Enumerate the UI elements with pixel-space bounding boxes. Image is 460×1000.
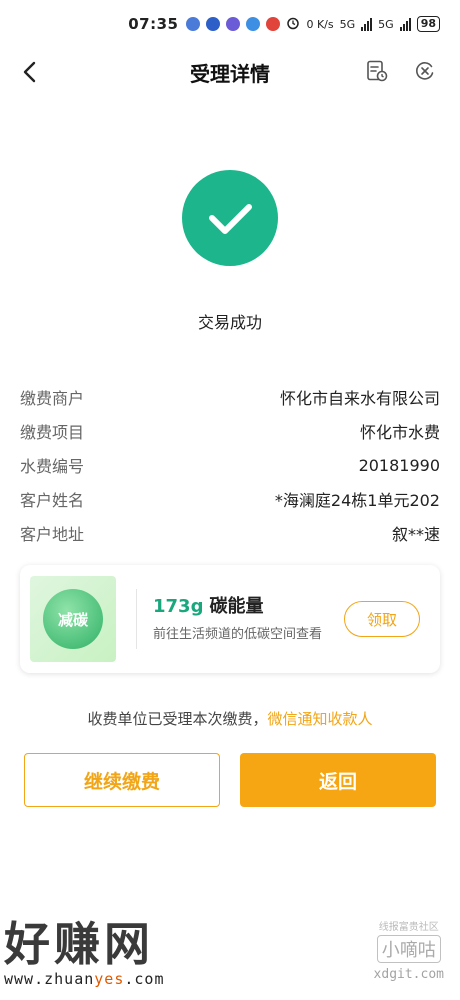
status-time: 07:35	[128, 15, 179, 33]
bill-history-icon	[367, 60, 388, 82]
status-icons: 0 K/s 5G 5G 98	[186, 16, 440, 33]
detail-value: 怀化市水费	[359, 423, 440, 442]
watermark-url-highlight: yes	[94, 970, 125, 988]
close-icon	[415, 62, 434, 80]
detail-value: 怀化市自来水有限公司	[279, 389, 440, 408]
carbon-energy-card[interactable]: 减碳 173g 碳能量 前往生活频道的低碳空间查看 领取	[20, 565, 440, 673]
watermark-url-prefix: www.zhuan	[4, 970, 95, 988]
signal-icon	[361, 17, 373, 31]
net-speed: 0 K/s	[306, 17, 334, 31]
app-notification-icon	[206, 17, 221, 31]
detail-label: 客户地址	[20, 525, 85, 544]
page-title: 受理详情	[190, 61, 270, 86]
return-button[interactable]: 返回	[240, 753, 436, 807]
watermark-right-top: 线报富贵社区	[378, 922, 439, 933]
status-bar: 07:35 0 K/s 5G 5G 98	[0, 0, 460, 48]
detail-row-item: 缴费项目 怀化市水费	[20, 414, 440, 448]
watermark-right-mid: 小嘀咕	[376, 935, 441, 963]
app-notification-icon	[186, 17, 201, 31]
detail-value: 叙**速	[391, 525, 440, 544]
detail-value: 20181990	[358, 455, 440, 475]
carbon-thumbnail: 减碳	[30, 576, 116, 662]
notice-text: 收费单位已受理本次缴费，微信通知收款人	[0, 708, 460, 729]
carbon-description: 前往生活频道的低碳空间查看	[153, 627, 323, 642]
signal-icon	[399, 17, 411, 31]
back-button[interactable]	[14, 56, 46, 88]
app-notification-icon	[266, 17, 281, 31]
success-text: 交易成功	[197, 313, 262, 332]
detail-label: 缴费项目	[20, 423, 85, 442]
detail-row-number: 水费编号 20181990	[20, 448, 440, 482]
detail-label: 缴费商户	[20, 389, 85, 408]
success-check-icon	[182, 170, 278, 266]
success-indicator	[0, 170, 460, 266]
chevron-left-icon	[23, 61, 36, 83]
carbon-title: 碳能量	[209, 596, 264, 617]
detail-label: 水费编号	[20, 457, 85, 476]
detail-row-merchant: 缴费商户 怀化市自来水有限公司	[20, 380, 440, 414]
watermark-url: www.zhuanyes.com	[4, 970, 165, 988]
alarm-icon	[286, 16, 300, 33]
bill-history-button[interactable]	[364, 58, 390, 84]
carbon-amount: 173g	[153, 596, 204, 617]
carbon-badge: 减碳	[43, 589, 103, 649]
app-notification-icon	[226, 17, 241, 31]
header-actions	[364, 58, 438, 84]
page-header: 受理详情	[0, 48, 460, 96]
claim-button[interactable]: 领取	[344, 601, 420, 637]
detail-row-customer-address: 客户地址 叙**速	[20, 516, 440, 550]
watermark-logo: 好赚网	[4, 917, 154, 971]
watermark-url-suffix: .com	[124, 970, 165, 988]
message-icon	[246, 17, 261, 31]
watermark-right-bottom: xdgit.com	[373, 967, 444, 982]
battery-icon: 98	[416, 16, 440, 32]
continue-payment-button[interactable]: 继续缴费	[24, 753, 220, 807]
close-button[interactable]	[412, 58, 438, 84]
detail-value: *海澜庭24栋1单元202	[274, 491, 440, 510]
carbon-title-row: 173g 碳能量	[153, 592, 344, 618]
details-list: 缴费商户 怀化市自来水有限公司 缴费项目 怀化市水费 水费编号 20181990…	[20, 380, 440, 550]
divider	[136, 589, 137, 649]
action-buttons: 继续缴费 返回	[24, 753, 436, 807]
detail-label: 客户姓名	[20, 491, 85, 510]
signal-label-1: 5G	[339, 17, 356, 31]
carbon-info: 173g 碳能量 前往生活频道的低碳空间查看	[153, 592, 344, 646]
signal-label-2: 5G	[378, 17, 394, 31]
notice-message: 收费单位已受理本次缴费，	[87, 710, 268, 728]
notify-payee-link[interactable]: 微信通知收款人	[268, 710, 373, 728]
watermark-left: 好赚网 www.zhuanyes.com	[4, 918, 165, 988]
detail-row-customer-name: 客户姓名 *海澜庭24栋1单元202	[20, 482, 440, 516]
watermark-right: 线报富贵社区 小嘀咕 xdgit.com	[374, 918, 444, 982]
